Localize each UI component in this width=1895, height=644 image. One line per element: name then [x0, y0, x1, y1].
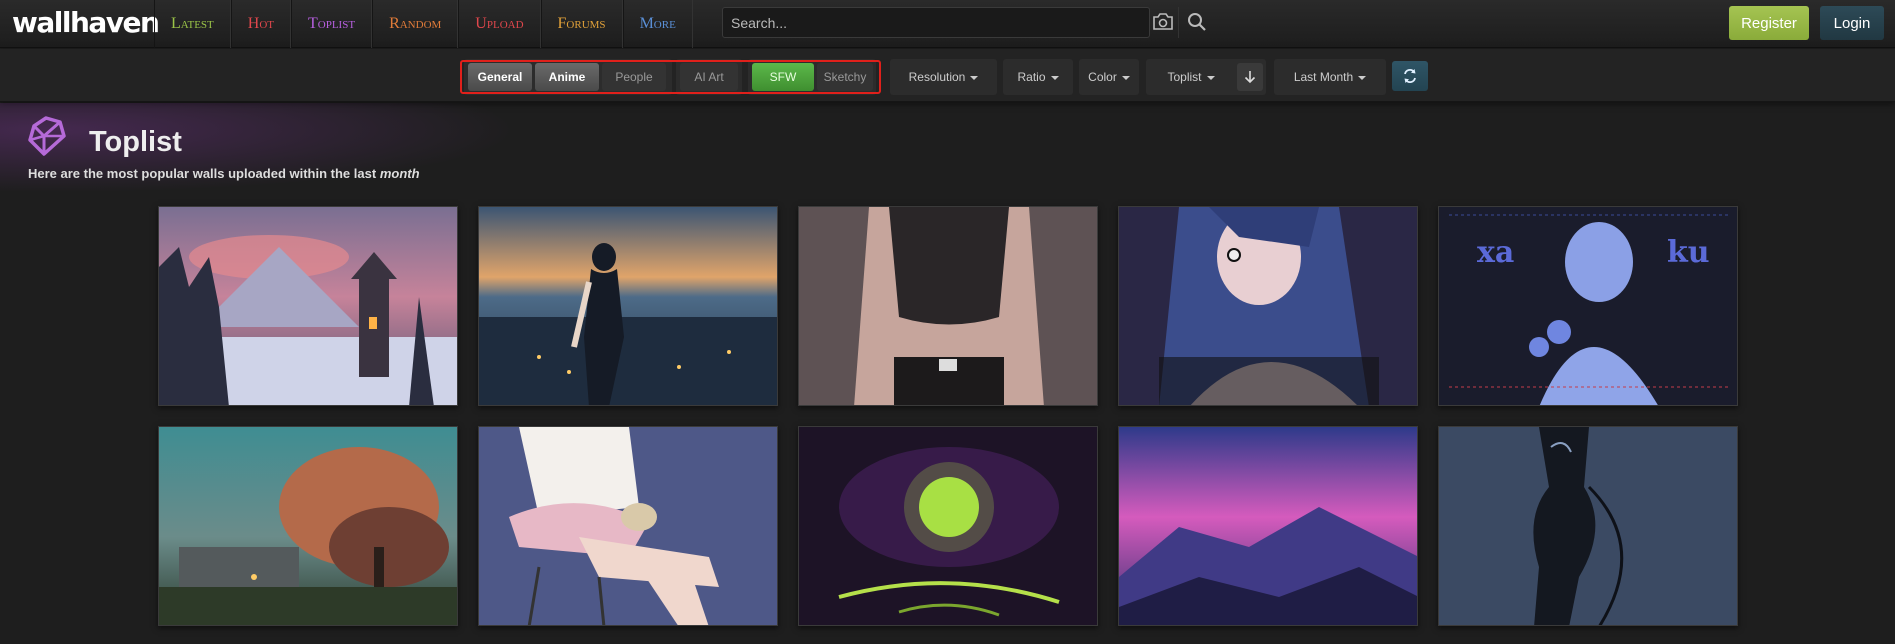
refresh-icon [1404, 69, 1416, 83]
subtitle-emphasis: month [379, 166, 420, 181]
wallpaper-thumb-sunset-tree[interactable] [158, 426, 458, 626]
camera-icon[interactable] [1152, 12, 1174, 32]
wallpaper-thumb-sitting-girl[interactable] [478, 426, 778, 626]
subtitle-text: Here are the most popular walls uploaded… [28, 166, 377, 181]
nav-hot[interactable]: Hot [230, 0, 291, 48]
svg-text:xa: xa [1477, 235, 1514, 270]
refresh-button[interactable] [1392, 61, 1428, 91]
sorting-label: Toplist [1167, 70, 1202, 84]
wallpaper-thumb-pink-mountain-sky[interactable] [1118, 426, 1418, 626]
search-divider [1178, 7, 1179, 38]
wallpaper-thumb-blue-hair-girl[interactable] [1118, 206, 1418, 406]
chevron-down-icon [1121, 76, 1130, 80]
search-icon[interactable] [1185, 10, 1209, 34]
register-button[interactable]: Register [1729, 6, 1809, 40]
nav-random[interactable]: Random [372, 0, 459, 48]
resolution-dropdown[interactable]: Resolution [894, 63, 993, 91]
sorting-dropdown[interactable]: Toplist [1150, 63, 1232, 91]
gem-icon [26, 114, 68, 158]
sort-order-button[interactable] [1237, 63, 1263, 91]
top-header: wallhaven Latest Hot Toplist Random Uplo… [0, 0, 1895, 48]
page-subtitle: Here are the most popular walls uploaded… [28, 166, 420, 181]
page-title: Toplist [89, 126, 182, 158]
color-label: Color [1088, 70, 1117, 84]
site-logo[interactable]: wallhaven [12, 6, 160, 39]
purity-sketchy[interactable]: Sketchy [817, 63, 873, 91]
ratio-label: Ratio [1017, 70, 1046, 84]
color-dropdown[interactable]: Color [1083, 63, 1135, 91]
chevron-down-icon [1206, 76, 1215, 80]
nav-toplist[interactable]: Toplist [291, 0, 373, 48]
search-input[interactable] [723, 8, 1151, 37]
nav-upload[interactable]: Upload [458, 0, 541, 48]
resolution-label: Resolution [908, 70, 966, 84]
chevron-down-icon [1358, 76, 1367, 80]
wallpaper-thumb-blue-flower-girl[interactable]: xa ku [1438, 206, 1738, 406]
login-button[interactable]: Login [1820, 6, 1884, 40]
chevron-down-icon [970, 76, 979, 80]
arrow-down-icon [1244, 71, 1256, 84]
ai-art-toggle[interactable]: AI Art [680, 63, 738, 91]
wallpaper-thumb-green-moon[interactable] [798, 426, 1098, 626]
svg-text:ku: ku [1667, 235, 1710, 270]
range-dropdown[interactable]: Last Month [1278, 63, 1382, 91]
search-box [722, 7, 1151, 38]
ratio-dropdown[interactable]: Ratio [1007, 63, 1069, 91]
category-people[interactable]: People [602, 63, 666, 91]
chevron-down-icon [1050, 76, 1059, 80]
main-nav: Latest Hot Toplist Random Upload Forums … [154, 0, 693, 48]
wallpaper-thumb-dark-figure[interactable] [1438, 426, 1738, 626]
range-label: Last Month [1293, 70, 1354, 84]
category-anime[interactable]: Anime [535, 63, 599, 91]
wallpaper-thumb-winter-tower[interactable] [158, 206, 458, 406]
nav-more[interactable]: More [622, 0, 693, 48]
nav-forums[interactable]: Forums [540, 0, 623, 48]
wallpaper-thumb-tank-top-figure[interactable] [798, 206, 1098, 406]
nav-latest[interactable]: Latest [154, 0, 231, 48]
wallpaper-thumb-girl-city-dusk[interactable] [478, 206, 778, 406]
category-general[interactable]: General [468, 63, 532, 91]
purity-sfw[interactable]: SFW [752, 63, 814, 91]
